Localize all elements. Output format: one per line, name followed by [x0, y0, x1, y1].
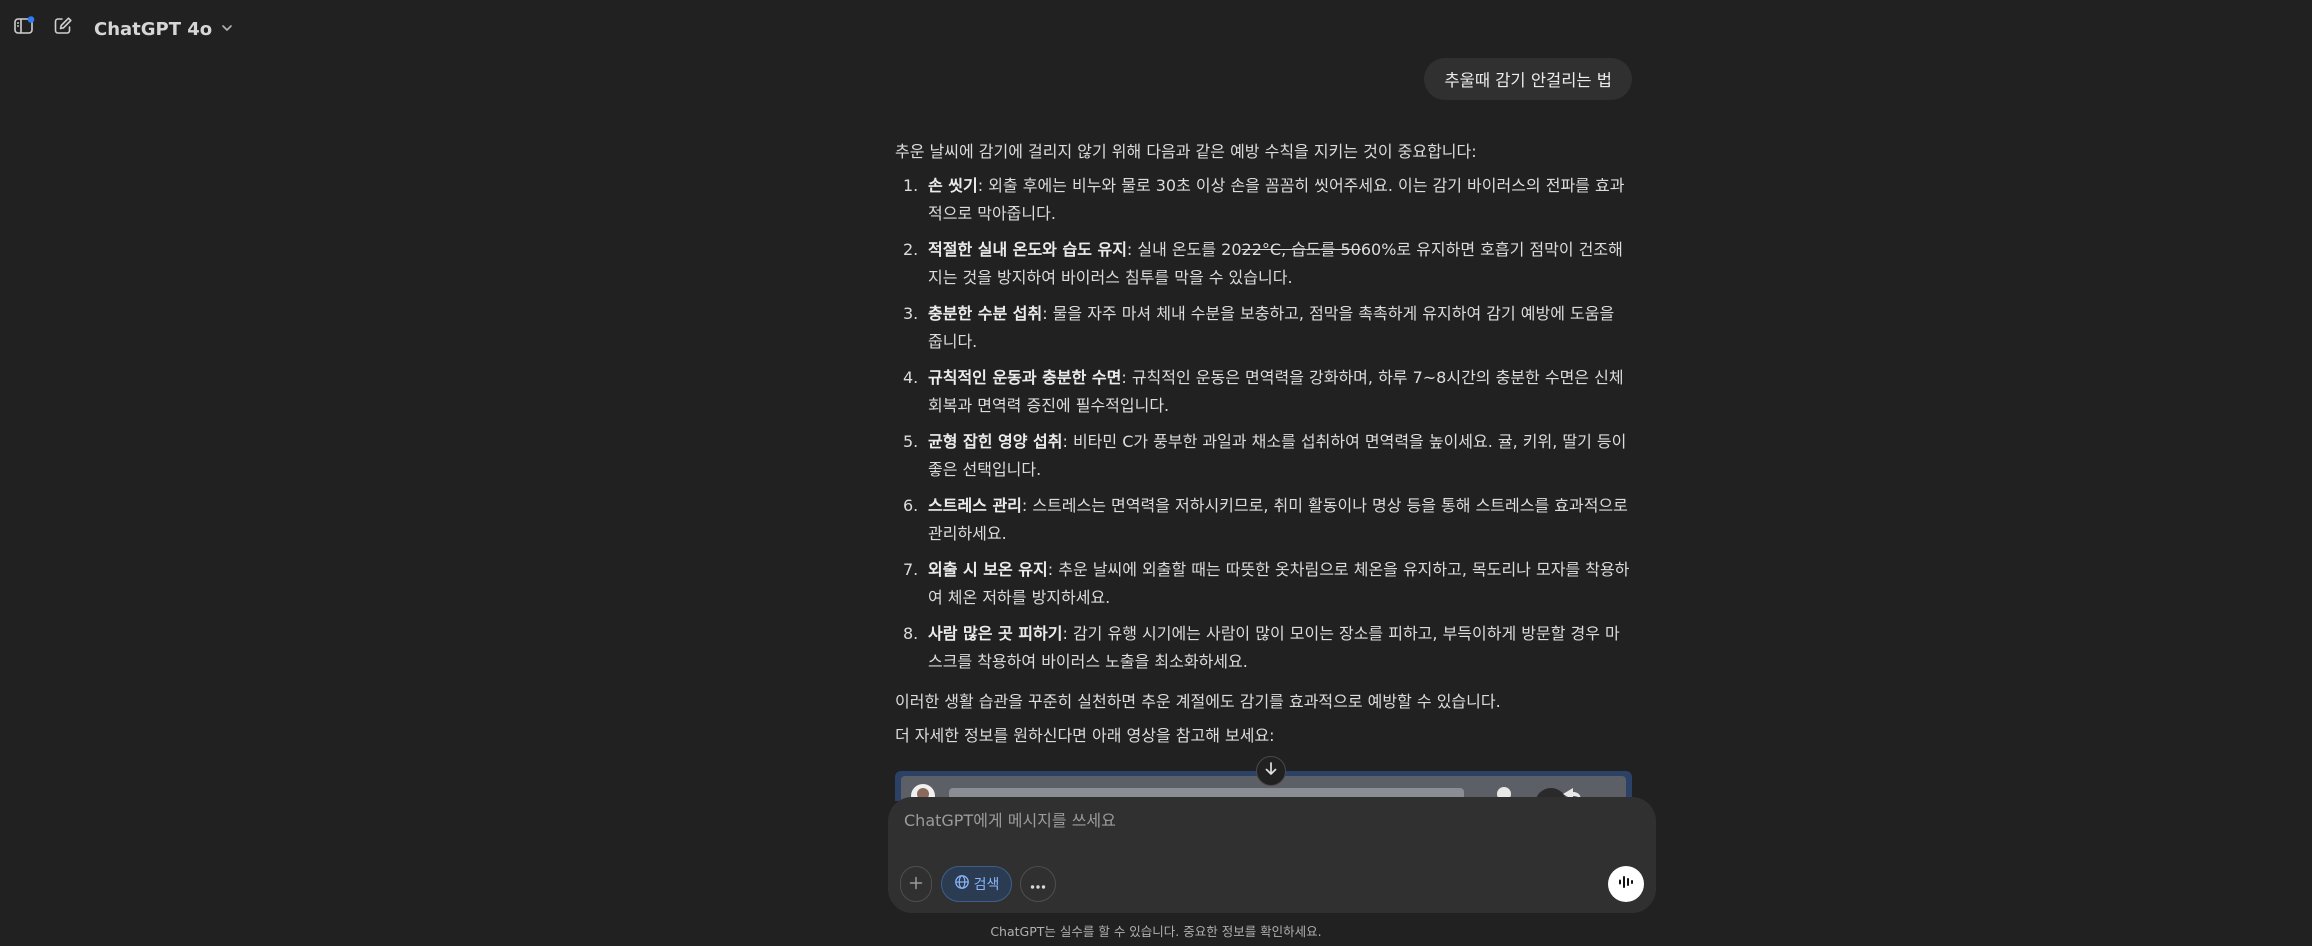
- list-item: 2. 적절한 실내 온도와 습도 유지: 실내 온도를 2022°C, 습도를 …: [895, 236, 1631, 292]
- list-item-text: : 실내 온도를 20: [1126, 240, 1242, 259]
- list-item: 6. 스트레스 관리: 스트레스는 면역력을 저하시키므로, 취미 활동이나 명…: [895, 492, 1631, 548]
- plus-icon: [909, 875, 923, 894]
- answer-intro: 추운 날씨에 감기에 걸리지 않기 위해 다음과 같은 예방 수칙을 지키는 것…: [895, 142, 1477, 161]
- list-number: 2.: [903, 240, 919, 259]
- list-item-title: 적절한 실내 온도와 습도 유지: [928, 240, 1127, 259]
- list-number: 6.: [903, 496, 919, 515]
- list-number: 8.: [903, 624, 919, 643]
- list-item-title: 스트레스 관리: [928, 496, 1022, 515]
- list-item-title: 손 씻기: [928, 176, 978, 195]
- disclaimer-text: ChatGPT는 실수를 할 수 있습니다. 중요한 정보를 확인하세요.: [990, 924, 1322, 939]
- answer-video-intro: 더 자세한 정보를 원하신다면 아래 영상을 참고해 보세요:: [895, 726, 1275, 745]
- list-item: 3. 충분한 수분 섭취: 물을 자주 마셔 체내 수분을 보충하고, 점막을 …: [895, 300, 1631, 356]
- search-button[interactable]: 검색: [941, 866, 1012, 902]
- list-item: 4. 규칙적인 운동과 충분한 수면: 규칙적인 운동은 면역력을 강화하며, …: [895, 364, 1631, 420]
- sidebar-toggle-icon: [13, 15, 35, 41]
- user-message-text: 추울때 감기 안걸리는 법: [1444, 71, 1612, 90]
- message-input-placeholder: ChatGPT에게 메시지를 쓰세요: [904, 811, 1116, 830]
- list-item-strikethrough-text: 22°C, 습도를 50: [1241, 240, 1361, 259]
- arrow-down-icon: [1263, 761, 1279, 781]
- voice-mode-icon: [1617, 873, 1635, 895]
- model-selector[interactable]: ChatGPT 4o: [94, 14, 234, 44]
- more-icon: [1030, 875, 1046, 894]
- list-number: 3.: [903, 304, 919, 323]
- globe-icon: [954, 874, 970, 894]
- list-number: 4.: [903, 368, 919, 387]
- list-item-title: 외출 시 보온 유지: [928, 560, 1048, 579]
- message-input[interactable]: ChatGPT에게 메시지를 쓰세요: [904, 807, 1116, 831]
- list-item: 7. 외출 시 보온 유지: 추운 날씨에 외출할 때는 따뜻한 옷차림으로 체…: [895, 556, 1631, 612]
- new-chat-button[interactable]: [48, 13, 78, 43]
- list-number: 7.: [903, 560, 919, 579]
- assistant-message: 추운 날씨에 감기에 걸리지 않기 위해 다음과 같은 예방 수칙을 지키는 것…: [895, 138, 1631, 750]
- list-item-title: 균형 잡힌 영양 섭취: [928, 432, 1063, 451]
- list-item-title: 사람 많은 곳 피하기: [928, 624, 1063, 643]
- voice-mode-button[interactable]: [1608, 866, 1644, 902]
- list-item: 8. 사람 많은 곳 피하기: 감기 유행 시기에는 사람이 많이 모이는 장소…: [895, 620, 1631, 676]
- list-item: 5. 균형 잡힌 영양 섭취: 비타민 C가 풍부한 과일과 채소를 섭취하여 …: [895, 428, 1631, 484]
- search-button-label: 검색: [973, 877, 1000, 893]
- model-name: ChatGPT 4o: [94, 18, 213, 40]
- attach-button[interactable]: [900, 866, 932, 902]
- list-number: 5.: [903, 432, 919, 451]
- chevron-down-icon: [220, 19, 234, 40]
- sidebar-toggle-button[interactable]: [9, 13, 39, 43]
- list-item-text: : 외출 후에는 비누와 물로 30초 이상 손을 꼼꼼히 씻어주세요. 이는 …: [928, 176, 1625, 223]
- list-item: 1. 손 씻기: 외출 후에는 비누와 물로 30초 이상 손을 꼼꼼히 씻어주…: [895, 172, 1631, 228]
- user-message-bubble: 추울때 감기 안걸리는 법: [1424, 58, 1632, 100]
- list-item-title: 충분한 수분 섭취: [928, 304, 1043, 323]
- answer-outro: 이러한 생활 습관을 꾸준히 실천하면 추운 계절에도 감기를 효과적으로 예방…: [895, 692, 1501, 711]
- list-number: 1.: [903, 176, 919, 195]
- new-chat-icon: [52, 15, 74, 41]
- top-bar: ChatGPT 4o: [0, 0, 2312, 58]
- more-options-button[interactable]: [1020, 866, 1056, 902]
- scroll-to-bottom-button[interactable]: [1256, 756, 1286, 786]
- message-composer: ChatGPT에게 메시지를 쓰세요 검색: [888, 797, 1656, 913]
- list-item-title: 규칙적인 운동과 충분한 수면: [928, 368, 1122, 387]
- list-item-text: : 스트레스는 면역력을 저하시키므로, 취미 활동이나 명상 등을 통해 스트…: [928, 496, 1628, 543]
- tips-list: 1. 손 씻기: 외출 후에는 비누와 물로 30초 이상 손을 꼼꼼히 씻어주…: [895, 172, 1631, 676]
